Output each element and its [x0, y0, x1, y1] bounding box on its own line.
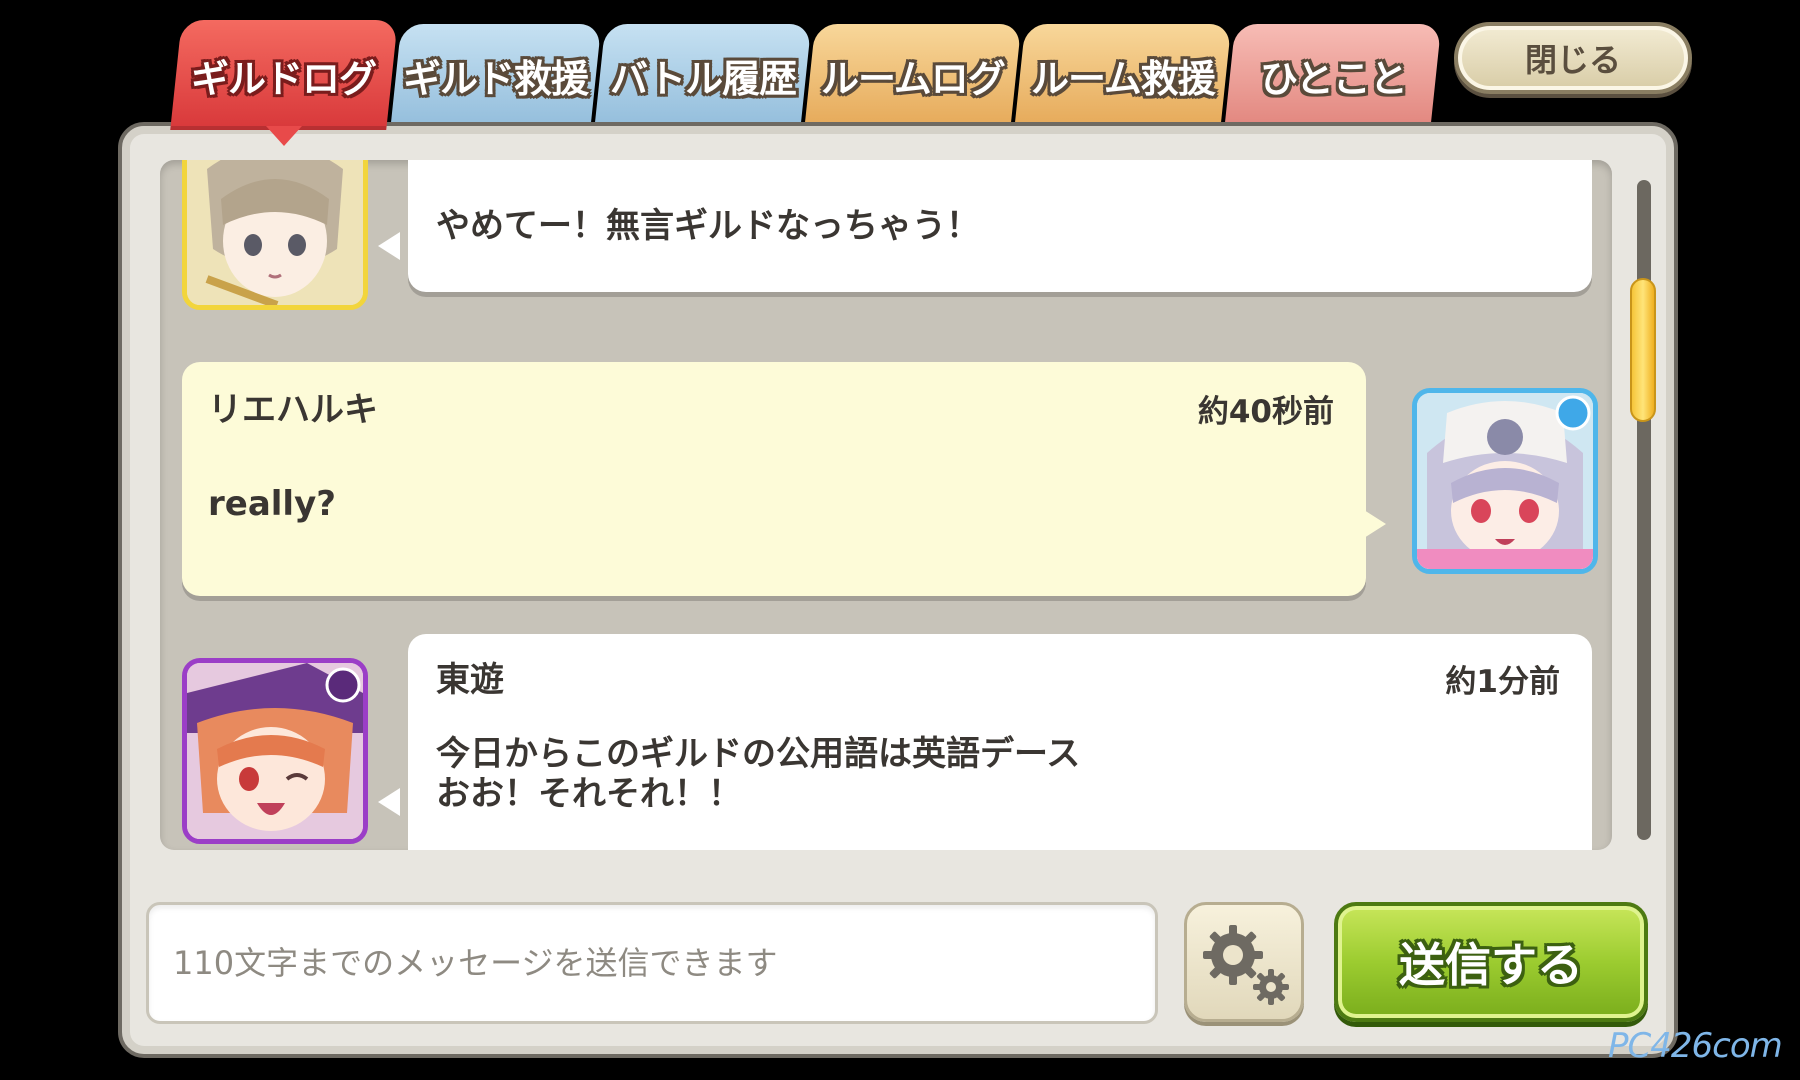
active-tab-pointer	[266, 126, 302, 146]
sender-name: リエハルキ	[208, 390, 378, 430]
avatar[interactable]	[182, 160, 368, 310]
tab-guild-rescue[interactable]: ギルド救援	[390, 24, 602, 126]
message-text: really?	[208, 484, 336, 524]
message-timestamp: 約40秒前	[1197, 394, 1334, 430]
sender-name: 東遊	[436, 660, 504, 700]
bubble-tail	[378, 232, 400, 260]
tab-room-rescue[interactable]: ルーム救援	[1014, 24, 1232, 126]
redhead-girl-avatar-icon	[187, 663, 363, 839]
bubble-tail	[378, 788, 400, 816]
tab-guild-rescue-label: ギルド救援	[403, 56, 589, 101]
close-button[interactable]: 閉じる	[1454, 22, 1692, 94]
avatar[interactable]	[182, 658, 368, 844]
message-text: やめてー！無言ギルドなっちゃう！	[436, 206, 980, 246]
message-input[interactable]	[173, 905, 1133, 1021]
message-timestamp: 約1分前	[1445, 664, 1560, 700]
white-hair-girl-avatar-icon	[1417, 393, 1593, 569]
tab-room-log-label: ルームログ	[821, 56, 1005, 101]
blonde-girl-avatar-icon	[187, 160, 363, 305]
tab-battle-history[interactable]: バトル履歴	[594, 24, 812, 126]
settings-button[interactable]	[1184, 902, 1304, 1022]
avatar[interactable]	[1412, 388, 1598, 574]
tab-room-log[interactable]: ルームログ	[804, 24, 1022, 126]
tab-guild-log-label: ギルドログ	[191, 56, 377, 101]
tab-guild-log[interactable]: ギルドログ	[170, 20, 398, 130]
chat-scrollbar-thumb[interactable]	[1630, 278, 1656, 422]
chat-message: やめてー！無言ギルドなっちゃう！	[408, 160, 1592, 292]
gear-icon	[1203, 925, 1289, 1005]
tab-hitokoto[interactable]: ひとこと	[1224, 24, 1442, 126]
send-button[interactable]: 送信する	[1334, 902, 1648, 1022]
chat-log[interactable]: やめてー！無言ギルドなっちゃう！ リエハルキ 約40秒前 really? 東遊 …	[160, 160, 1612, 850]
tab-hitokoto-label: ひとこと	[1259, 56, 1407, 101]
chat-message: リエハルキ 約40秒前 really?	[182, 362, 1366, 596]
chat-message: 東遊 約1分前 今日からこのギルドの公用語は英語デース おお！それそれ！！	[408, 634, 1592, 850]
watermark-logo: PC426com	[1608, 1026, 1783, 1066]
message-text: 今日からこのギルドの公用語は英語デース おお！それそれ！！	[436, 734, 1081, 814]
tab-room-rescue-label: ルーム救援	[1031, 56, 1215, 101]
tab-battle-history-label: バトル履歴	[609, 56, 797, 101]
message-input-box[interactable]	[146, 902, 1158, 1024]
bubble-tail	[1364, 510, 1386, 538]
